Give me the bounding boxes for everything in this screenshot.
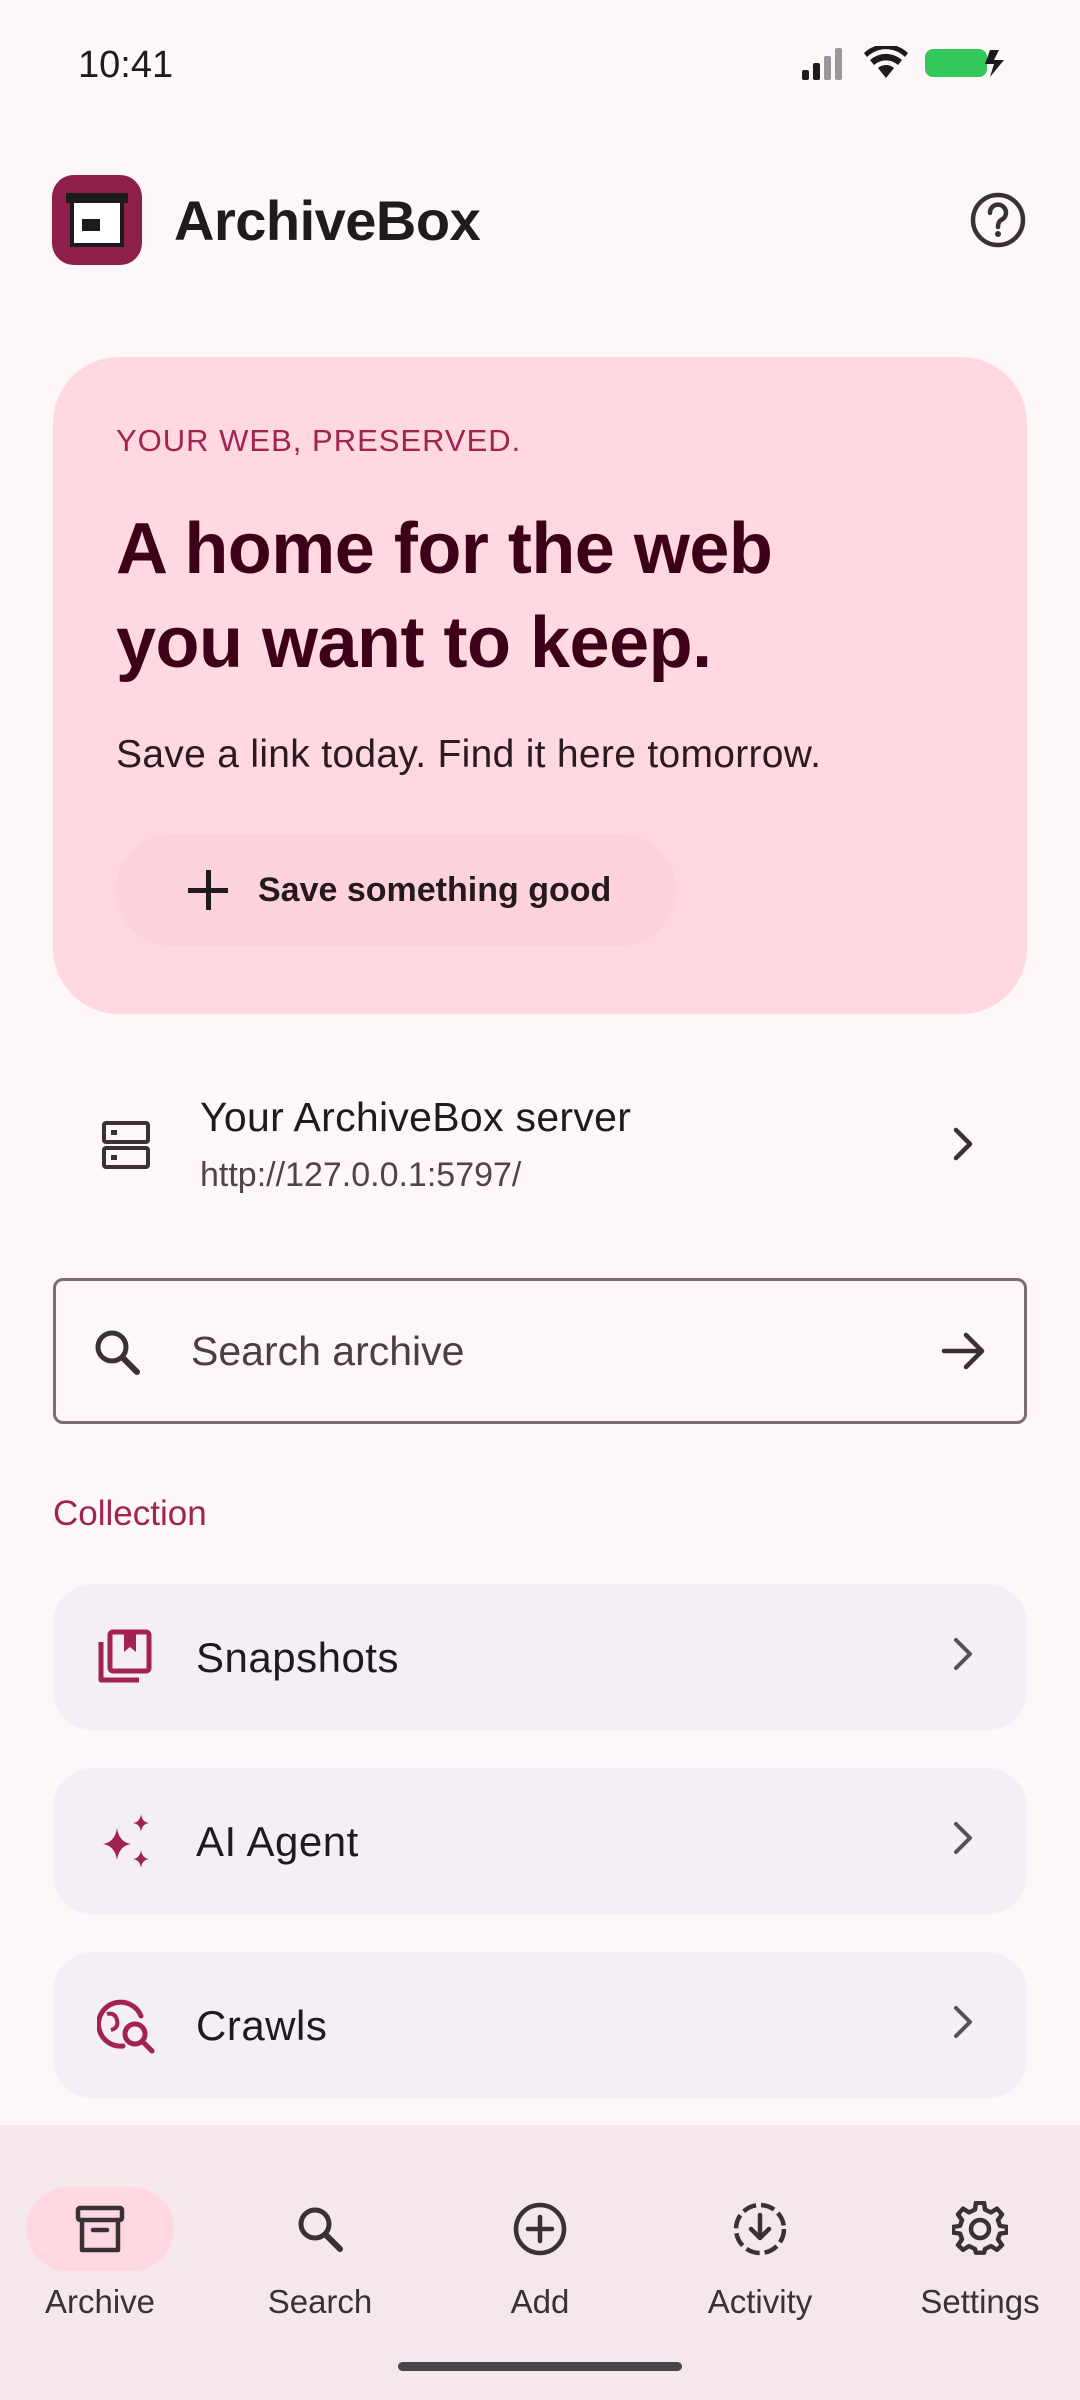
nav-label: Add <box>510 2283 570 2320</box>
collection-item-label: AI Agent <box>196 1818 359 1865</box>
chevron-right-icon <box>953 1127 973 1161</box>
status-bar: 10:41 <box>0 0 1080 130</box>
server-title: Your ArchiveBox server <box>200 1094 632 1140</box>
collection-item-label: Snapshots <box>196 1634 399 1681</box>
nav-indicator <box>26 2187 174 2271</box>
add-circle-icon <box>513 2202 567 2256</box>
hero-subtitle: Save a link today. Find it here tomorrow… <box>116 733 822 776</box>
archive-box-logo-icon <box>52 175 142 265</box>
search-box <box>53 1278 1027 1424</box>
plus-icon <box>188 870 228 910</box>
hero-card: YOUR WEB, PRESERVED. A home for the web … <box>53 357 1027 1014</box>
activity-icon <box>733 2202 787 2256</box>
save-something-button[interactable]: Save something good <box>116 834 676 946</box>
collection-item-ai-agent[interactable]: AI Agent <box>53 1768 1027 1914</box>
search-icon <box>298 2207 343 2252</box>
server-row[interactable]: Your ArchiveBox server http://127.0.0.1:… <box>53 1076 1027 1216</box>
chevron-right-icon <box>954 2006 972 2038</box>
sparkle-icon <box>103 1814 149 1868</box>
collection-item-crawls[interactable]: Crawls <box>53 1952 1027 2098</box>
nav-label: Archive <box>44 2283 156 2320</box>
search-icon <box>95 1330 140 1375</box>
archive-icon <box>75 2205 125 2253</box>
nav-search[interactable]: Search <box>220 2155 420 2320</box>
nav-label: Settings <box>920 2283 1040 2320</box>
arrow-right-icon[interactable] <box>940 1327 988 1375</box>
status-time: 10:41 <box>78 44 174 86</box>
wifi-icon <box>864 46 908 78</box>
collection-item-label: Crawls <box>196 2002 328 2049</box>
status-icons <box>800 46 1008 80</box>
hero-headline: A home for the web you want to keep. <box>116 509 773 683</box>
screen: 10:41 ArchiveBox YOUR WEB, PRESERVED. A … <box>0 0 1080 2400</box>
battery-icon <box>925 49 1004 77</box>
home-indicator[interactable] <box>398 2362 682 2371</box>
nav-add[interactable]: Add <box>440 2155 640 2320</box>
server-url: http://127.0.0.1:5797/ <box>200 1156 522 1194</box>
help-icon[interactable] <box>968 190 1028 250</box>
chevron-right-icon <box>954 1638 972 1670</box>
save-something-label: Save something good <box>258 870 612 909</box>
chevron-right-icon <box>954 1822 972 1854</box>
nav-settings[interactable]: Settings <box>880 2155 1080 2320</box>
bottom-navigation: Archive Search Add Activity Settings <box>0 2125 1080 2400</box>
signal-icon <box>802 48 842 80</box>
app-title: ArchiveBox <box>174 189 481 252</box>
bookmarks-icon <box>98 1629 152 1683</box>
nav-label: Search <box>267 2283 373 2320</box>
app-bar: ArchiveBox <box>0 170 1080 270</box>
collection-heading: Collection <box>53 1494 207 1533</box>
travel-explore-icon <box>97 1999 155 2054</box>
search-input[interactable] <box>191 1321 891 1381</box>
collection-item-snapshots[interactable]: Snapshots <box>53 1584 1027 1730</box>
nav-label: Activity <box>707 2283 813 2320</box>
hero-eyebrow: YOUR WEB, PRESERVED. <box>116 423 522 458</box>
nav-archive[interactable]: Archive <box>0 2155 200 2320</box>
server-icon <box>102 1121 150 1169</box>
nav-activity[interactable]: Activity <box>660 2155 860 2320</box>
gear-icon <box>952 2201 1008 2255</box>
